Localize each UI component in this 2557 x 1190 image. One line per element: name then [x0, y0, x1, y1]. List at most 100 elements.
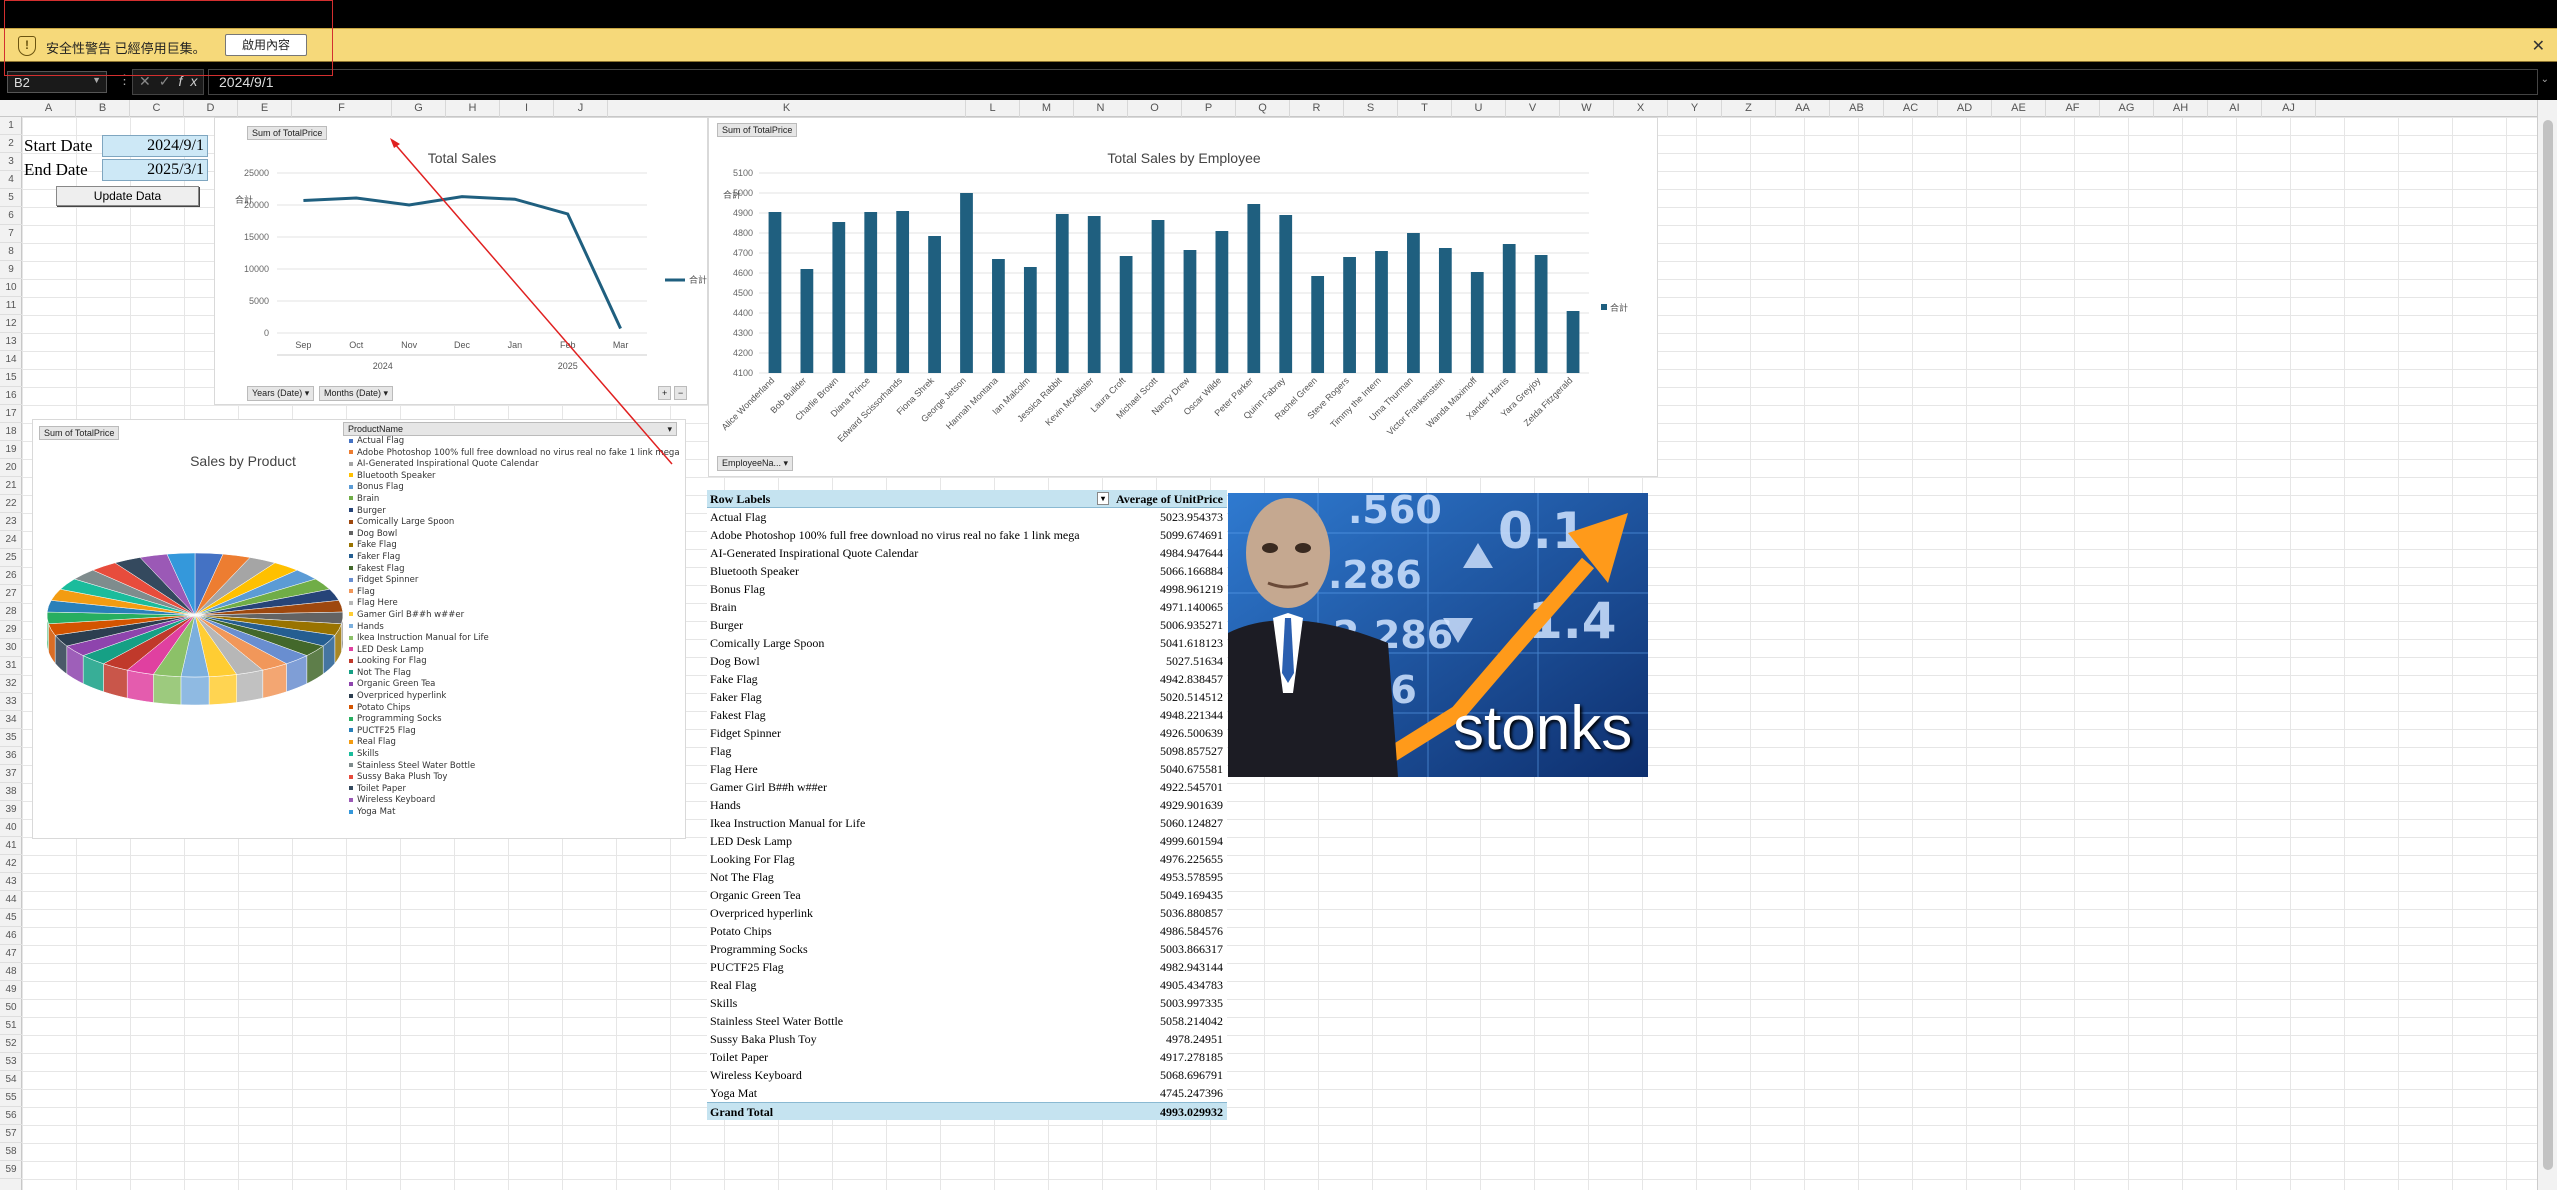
row-header-4[interactable]: 4	[0, 171, 22, 189]
column-header-O[interactable]: O	[1128, 100, 1182, 117]
column-header-W[interactable]: W	[1560, 100, 1614, 117]
row-header-42[interactable]: 42	[0, 855, 22, 873]
row-header-19[interactable]: 19	[0, 441, 22, 459]
pivot-row[interactable]: Real Flag 4905.434783	[707, 976, 1227, 994]
column-header-AE[interactable]: AE	[1992, 100, 2046, 117]
close-icon[interactable]: ✕	[2532, 36, 2545, 56]
column-header-Z[interactable]: Z	[1722, 100, 1776, 117]
row-header-16[interactable]: 16	[0, 387, 22, 405]
pivot-row[interactable]: Adobe Photoshop 100% full free download …	[707, 526, 1227, 544]
pivot-row[interactable]: Organic Green Tea 5049.169435	[707, 886, 1227, 904]
pivot-row[interactable]: Fakest Flag 4948.221344	[707, 706, 1227, 724]
row-header-53[interactable]: 53	[0, 1053, 22, 1071]
pivot-row[interactable]: Dog Bowl 5027.51634	[707, 652, 1227, 670]
expand-field-button[interactable]: +	[658, 386, 672, 400]
row-header-17[interactable]: 17	[0, 405, 22, 423]
column-header-AH[interactable]: AH	[2154, 100, 2208, 117]
row-header-25[interactable]: 25	[0, 549, 22, 567]
row-header-29[interactable]: 29	[0, 621, 22, 639]
end-date-cell[interactable]: 2025/3/1	[102, 159, 208, 181]
column-header-R[interactable]: R	[1290, 100, 1344, 117]
pivot-row[interactable]: Wireless Keyboard 5068.696791	[707, 1066, 1227, 1084]
cell-grid[interactable]: Start Date 2024/9/1 End Date 2025/3/1 Up…	[22, 117, 2537, 1190]
pivot-row[interactable]: Looking For Flag 4976.225655	[707, 850, 1227, 868]
pivot-row[interactable]: Comically Large Spoon 5041.618123	[707, 634, 1227, 652]
row-header-59[interactable]: 59	[0, 1161, 22, 1179]
pivot-row[interactable]: Sussy Baka Plush Toy 4978.24951	[707, 1030, 1227, 1048]
pivot-row[interactable]: Flag Here 5040.675581	[707, 760, 1227, 778]
row-header-26[interactable]: 26	[0, 567, 22, 585]
pivot-row[interactable]: Brain 4971.140065	[707, 598, 1227, 616]
row-header-14[interactable]: 14	[0, 351, 22, 369]
column-header-P[interactable]: P	[1182, 100, 1236, 117]
row-header-34[interactable]: 34	[0, 711, 22, 729]
pivot-row[interactable]: Flag 5098.857527	[707, 742, 1227, 760]
row-header-36[interactable]: 36	[0, 747, 22, 765]
pivot-row[interactable]: Gamer Girl B##h w##er 4922.545701	[707, 778, 1227, 796]
row-header-35[interactable]: 35	[0, 729, 22, 747]
pivot-row[interactable]: LED Desk Lamp 4999.601594	[707, 832, 1227, 850]
row-header-8[interactable]: 8	[0, 243, 22, 261]
row-header-13[interactable]: 13	[0, 333, 22, 351]
row-header-51[interactable]: 51	[0, 1017, 22, 1035]
column-header-C[interactable]: C	[130, 100, 184, 117]
column-header-AB[interactable]: AB	[1830, 100, 1884, 117]
pivot-row[interactable]: Overpriced hyperlink 5036.880857	[707, 904, 1227, 922]
pivot-table[interactable]: Row Labels ▾ Average of UnitPrice Actual…	[707, 490, 1227, 1120]
row-header-30[interactable]: 30	[0, 639, 22, 657]
column-header-B[interactable]: B	[76, 100, 130, 117]
pivot-row[interactable]: Faker Flag 5020.514512	[707, 688, 1227, 706]
row-header-2[interactable]: 2	[0, 135, 22, 153]
pivot-row[interactable]: Bonus Flag 4998.961219	[707, 580, 1227, 598]
column-header-T[interactable]: T	[1398, 100, 1452, 117]
row-header-15[interactable]: 15	[0, 369, 22, 387]
row-header-20[interactable]: 20	[0, 459, 22, 477]
sales-by-product-chart[interactable]: Sum of TotalPrice Sales by Product Produ…	[32, 419, 686, 839]
vertical-scrollbar[interactable]	[2537, 100, 2557, 1190]
column-header-N[interactable]: N	[1074, 100, 1128, 117]
row-header-9[interactable]: 9	[0, 261, 22, 279]
row-header-44[interactable]: 44	[0, 891, 22, 909]
collapse-field-button[interactable]: −	[674, 386, 688, 400]
row-header-47[interactable]: 47	[0, 945, 22, 963]
formula-input[interactable]: 2024/9/1	[208, 69, 2538, 95]
months-filter-button[interactable]: Months (Date) ▾	[319, 386, 394, 401]
row-header-54[interactable]: 54	[0, 1071, 22, 1089]
column-header-S[interactable]: S	[1344, 100, 1398, 117]
pivot-row[interactable]: AI-Generated Inspirational Quote Calenda…	[707, 544, 1227, 562]
row-header-23[interactable]: 23	[0, 513, 22, 531]
name-box[interactable]: B2 ▼	[7, 71, 107, 93]
row-header-22[interactable]: 22	[0, 495, 22, 513]
worksheet[interactable]: A B C D E F G H I J K L M N O P Q R S T U V W X Y Z AA AB AC AD AE AF AG…	[0, 100, 2557, 1190]
total-sales-by-employee-chart[interactable]: Sum of TotalPrice Total Sales by Employe…	[708, 117, 1658, 477]
cancel-icon[interactable]: ✕	[139, 73, 159, 89]
row-header-37[interactable]: 37	[0, 765, 22, 783]
column-header-AG[interactable]: AG	[2100, 100, 2154, 117]
row-header-28[interactable]: 28	[0, 603, 22, 621]
pivot-row[interactable]: Ikea Instruction Manual for Life 5060.124…	[707, 814, 1227, 832]
pivot-row[interactable]: Skills 5003.997335	[707, 994, 1227, 1012]
pivot-row[interactable]: Programming Socks 5003.866317	[707, 940, 1227, 958]
row-header-6[interactable]: 6	[0, 207, 22, 225]
check-icon[interactable]: ✓	[159, 73, 179, 89]
pivot-row[interactable]: Bluetooth Speaker 5066.166884	[707, 562, 1227, 580]
row-header-1[interactable]: 1	[0, 117, 22, 135]
column-header-J[interactable]: J	[554, 100, 608, 117]
row-header-41[interactable]: 41	[0, 837, 22, 855]
stonks-meme-image[interactable]: .560 .286 2.286 .156 0.1 1.4	[1228, 493, 1648, 777]
column-header-X[interactable]: X	[1614, 100, 1668, 117]
column-header-AF[interactable]: AF	[2046, 100, 2100, 117]
column-header-AJ[interactable]: AJ	[2262, 100, 2316, 117]
row-header-40[interactable]: 40	[0, 819, 22, 837]
filter-dropdown-icon[interactable]: ▾	[1097, 492, 1109, 505]
enable-content-button[interactable]: 啟用內容	[225, 34, 307, 56]
pivot-row[interactable]: Fidget Spinner 4926.500639	[707, 724, 1227, 742]
expand-icon[interactable]: ⌄	[2541, 74, 2549, 85]
total-sales-chart[interactable]: Sum of TotalPrice Total Sales 0 5000 10000 1…	[214, 117, 708, 405]
column-header-V[interactable]: V	[1506, 100, 1560, 117]
row-header-12[interactable]: 12	[0, 315, 22, 333]
row-header-7[interactable]: 7	[0, 225, 22, 243]
column-header-F[interactable]: F	[292, 100, 392, 117]
row-header-45[interactable]: 45	[0, 909, 22, 927]
pivot-row[interactable]: Burger 5006.935271	[707, 616, 1227, 634]
